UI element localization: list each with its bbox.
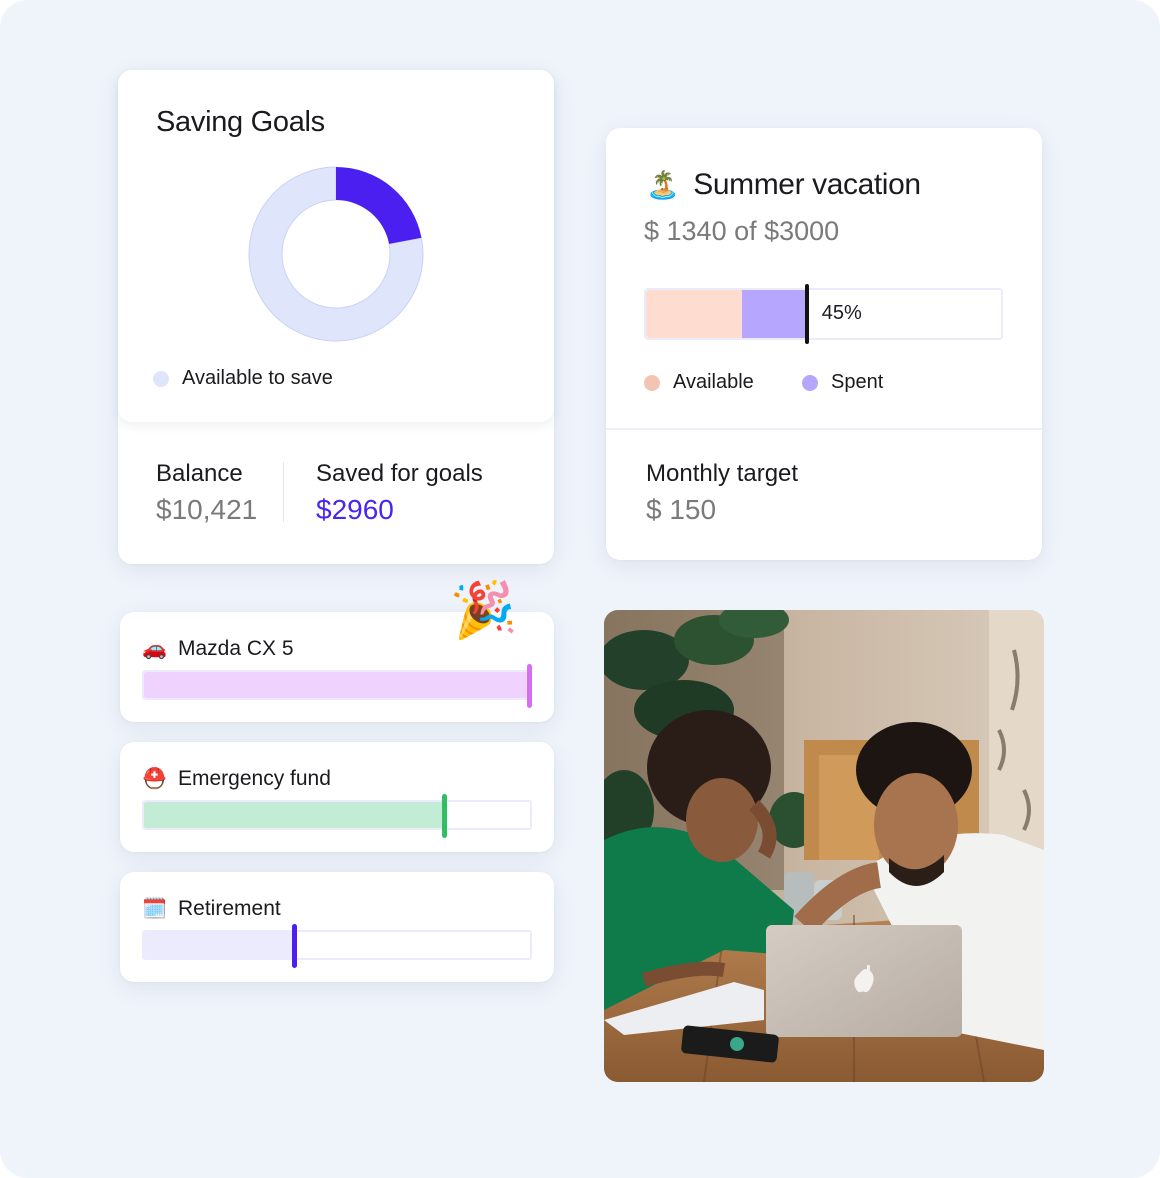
page-background: Saving Goals Available to save Balance $… [0,0,1160,1178]
stats-divider [283,462,284,522]
legend-available-to-save: Available to save [153,367,333,390]
vacation-title-text: Summer vacation [693,168,921,201]
balance-value: $10,421 [156,494,258,525]
goal-name-text: Retirement [178,896,281,920]
vacation-progress-spent-segment [741,290,806,338]
vacation-progress-percent: 45% [821,302,862,324]
vacation-amount: $ 1340 of $3000 [644,216,840,246]
saved-for-goals-label: Saved for goals [316,460,483,487]
legend-dot-icon [153,370,169,387]
monthly-target-value: $ 150 [646,494,717,525]
goal-name: ⛑️ Emergency fund [142,766,331,791]
photo-laptop [766,925,962,1037]
goal-name-text: Mazda CX 5 [178,636,294,660]
saving-goals-title: Saving Goals [156,106,325,138]
saving-goals-chart-panel: Saving Goals Available to save [118,70,554,422]
goal-progress-marker [442,794,448,838]
car-icon: 🚗 [142,638,167,660]
legend-spent-label: Spent [831,371,884,393]
donut-slice-saved-for-goals [336,167,422,244]
goal-item-retirement[interactable]: 🗓️ Retirement [120,872,554,982]
goal-progress-fill [144,802,446,828]
goal-item-emergency-fund[interactable]: ⛑️ Emergency fund [120,742,554,852]
legend-dot-spent-icon [802,374,818,391]
desert-island-icon: 🏝️ [646,170,680,200]
saving-goals-card: Saving Goals Available to save Balance $… [118,70,554,564]
legend-spent: Spent [802,371,883,394]
goal-progress-bar [142,664,532,708]
saving-goals-donut-chart [248,166,424,342]
goal-progress-fill [144,932,295,958]
vacation-progress-available-segment [646,290,742,338]
legend-label: Available to save [182,367,333,389]
vacation-title: 🏝️ Summer vacation [646,168,921,202]
vacation-progress-bar: 45% [644,284,1003,344]
saved-for-goals-value: $2960 [316,494,394,525]
goal-progress-fill [144,672,530,698]
monthly-target-label: Monthly target [646,460,799,487]
vacation-divider [606,428,1042,430]
legend-available-label: Available [673,371,754,393]
rescue-helmet-icon: ⛑️ [142,768,167,790]
legend-available: Available [644,371,754,394]
party-popper-icon: 🎉 [448,577,519,643]
goal-progress-bar [142,924,532,968]
balance-label: Balance [156,460,243,487]
goal-progress-marker [527,664,532,708]
vacation-progress-marker [804,284,809,344]
goal-name: 🗓️ Retirement [142,896,281,921]
legend-dot-available-icon [644,374,660,391]
goal-progress-marker [291,924,297,968]
summer-vacation-card[interactable]: 🏝️ Summer vacation $ 1340 of $3000 45% A… [606,128,1042,560]
goal-name: 🚗 Mazda CX 5 [142,636,294,661]
calendar-icon: 🗓️ [142,898,167,920]
couple-laptop-photo [604,610,1044,1082]
goal-name-text: Emergency fund [178,766,331,790]
goal-progress-bar [142,794,532,838]
